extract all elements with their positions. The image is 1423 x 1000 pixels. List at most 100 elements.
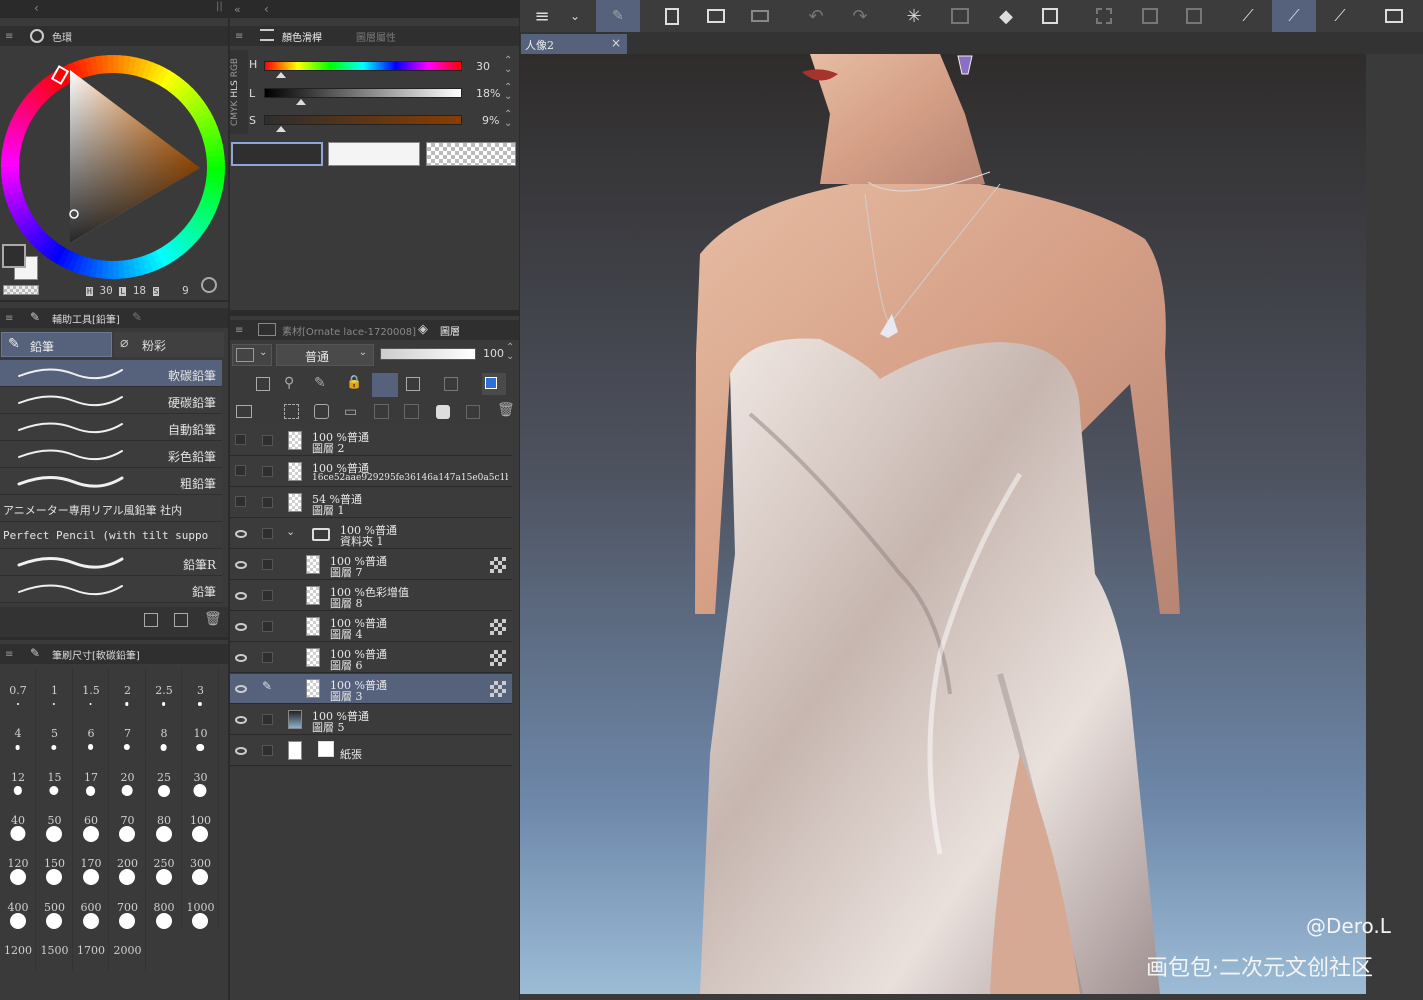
brush-size-option[interactable]: 1700	[73, 927, 109, 971]
brush-size-option[interactable]: 7	[110, 711, 146, 755]
lock-checkbox[interactable]	[262, 497, 273, 508]
new-folder-icon[interactable]: ▭	[344, 404, 357, 420]
transform-icon[interactable]	[1028, 0, 1072, 32]
lock-checkbox[interactable]	[262, 745, 273, 756]
brush-size-option[interactable]: 0.7	[0, 668, 36, 711]
group-tab-pastel[interactable]: ⌀ 粉彩	[114, 332, 224, 357]
brush-item[interactable]: 軟碳鉛筆	[0, 360, 222, 387]
pencil-icon[interactable]: ✎	[262, 679, 273, 693]
eye-icon[interactable]	[235, 465, 246, 476]
eye-icon[interactable]	[235, 623, 247, 631]
brush-size-option[interactable]: 50	[37, 797, 73, 842]
collapse-icon[interactable]: ‹	[34, 1, 39, 15]
menu-icon[interactable]: ≡	[5, 313, 13, 324]
brush-size-option[interactable]: 400	[0, 884, 36, 929]
brush-size-option[interactable]: 100	[183, 797, 219, 842]
snap-icon[interactable]: ⟋	[1226, 0, 1270, 32]
brush-size-option[interactable]: 15	[37, 754, 73, 798]
brush-size-option[interactable]: 40	[0, 797, 36, 842]
brush-size-option[interactable]: 8	[146, 711, 182, 755]
brush-size-option[interactable]: 1000	[183, 884, 219, 929]
brush-size-tab[interactable]: 筆刷尺寸[軟碳鉛筆]	[52, 647, 140, 662]
h-slider[interactable]	[264, 61, 462, 71]
color-mode-icon[interactable]	[201, 277, 217, 293]
fill-icon[interactable]: ◆	[984, 0, 1028, 32]
transparent-swatch[interactable]	[3, 285, 39, 295]
save-icon[interactable]	[738, 0, 782, 32]
brush-size-option[interactable]: 800	[146, 884, 182, 929]
h-slider-value[interactable]: 30	[476, 60, 490, 73]
brush-tab-icon[interactable]: ✎	[132, 310, 142, 324]
brush-item[interactable]: 彩色鉛筆	[0, 441, 222, 468]
brush-size-option[interactable]: 250	[146, 841, 182, 886]
mask-icon[interactable]	[406, 377, 420, 391]
eye-icon[interactable]	[235, 654, 247, 662]
loading-icon[interactable]: ✳	[892, 0, 936, 32]
new-vector-layer-icon[interactable]	[314, 404, 329, 419]
layer-mask-icon[interactable]	[436, 405, 450, 419]
brush-size-option[interactable]: 70	[110, 797, 146, 842]
brush-size-option[interactable]: 6	[73, 711, 109, 755]
h-stepper-icon[interactable]: ⌃ ⌄	[504, 56, 512, 75]
artwork-canvas[interactable]	[520, 54, 1366, 994]
brush-size-option[interactable]: 25	[146, 754, 182, 798]
s-stepper-icon[interactable]: ⌃ ⌄	[504, 110, 512, 129]
trash-icon[interactable]: 🗑	[497, 402, 515, 418]
transparent-color-bar[interactable]	[426, 142, 516, 166]
menu-icon[interactable]: ≡	[235, 31, 243, 42]
document-tab[interactable]: 人像2 ×	[521, 34, 627, 54]
eye-icon[interactable]	[235, 561, 247, 569]
color-wheel-tab[interactable]: 色環	[52, 29, 72, 44]
eye-icon[interactable]	[235, 434, 246, 445]
brush-size-option[interactable]: 150	[37, 841, 73, 886]
brush-size-option[interactable]: 80	[146, 797, 182, 842]
brush-item[interactable]: 鉛筆R	[0, 549, 222, 576]
brush-size-option[interactable]: 170	[73, 841, 109, 886]
brush-size-option[interactable]: 12	[0, 754, 36, 798]
opacity-value[interactable]: 100	[483, 347, 504, 360]
collapse-left-icon[interactable]: «	[234, 3, 241, 16]
eye-icon[interactable]	[235, 747, 247, 755]
lock-checkbox[interactable]	[262, 590, 273, 601]
edit-icon[interactable]: ✎	[596, 0, 640, 32]
l-slider[interactable]	[264, 88, 462, 98]
tab-layer[interactable]: 圖層	[440, 323, 460, 338]
lock-transparency-icon[interactable]	[372, 373, 398, 397]
color-wheel[interactable]	[0, 50, 228, 290]
lock-icon[interactable]: 🔒	[346, 375, 362, 390]
subtool-tab[interactable]: 輔助工具[鉛筆]	[52, 311, 120, 326]
s-slider[interactable]	[264, 115, 462, 125]
brush-size-option[interactable]: 120	[0, 841, 36, 886]
layer-row[interactable]: 54 %普通 圖層 1	[230, 488, 512, 518]
lock-checkbox[interactable]	[262, 714, 273, 725]
tab-layer-property[interactable]: 圖層屬性	[356, 29, 396, 44]
brush-size-option[interactable]: 17	[73, 754, 109, 798]
collapse-icon[interactable]: ‹	[264, 2, 269, 16]
s-slider-value[interactable]: 9%	[482, 114, 499, 127]
lock-checkbox[interactable]	[262, 559, 273, 570]
brush-size-option[interactable]: 500	[37, 884, 73, 929]
main-color-swatch[interactable]	[2, 244, 26, 268]
s-slider-handle[interactable]	[276, 126, 286, 132]
clear-icon[interactable]	[938, 0, 982, 32]
trash-icon[interactable]: 🗑	[204, 611, 222, 627]
group-tab-pencil[interactable]: ✎ 鉛筆	[1, 332, 112, 357]
close-icon[interactable]: ×	[611, 36, 621, 50]
lock-checkbox[interactable]	[262, 435, 273, 446]
layer-folder-row[interactable]: ⌄ 100 %普通 資料夾 1	[230, 519, 512, 549]
brush-size-option[interactable]: 30	[183, 754, 219, 798]
brush-size-option[interactable]: 2000	[110, 927, 146, 971]
layer-row[interactable]: 100 %普通 16ce52aae929295fe36146a147a15e0a5…	[230, 457, 512, 487]
invert-selection-icon[interactable]	[1128, 0, 1172, 32]
eye-icon[interactable]	[235, 592, 247, 600]
lock-checkbox[interactable]	[262, 652, 273, 663]
brush-item[interactable]: 粗鉛筆	[0, 468, 222, 495]
brush-item[interactable]: 自動鉛筆	[0, 414, 222, 441]
tab-mode-hls[interactable]: HLS	[230, 80, 240, 98]
apply-mask-icon[interactable]	[466, 405, 480, 419]
chevron-down-icon[interactable]: ⌄	[558, 0, 592, 32]
menu-icon[interactable]: ≡	[5, 31, 13, 42]
brush-size-option[interactable]: 10	[183, 711, 219, 755]
undo-icon[interactable]: ↶	[794, 0, 838, 32]
pen-snap-icon[interactable]: ⟋	[1318, 0, 1362, 32]
